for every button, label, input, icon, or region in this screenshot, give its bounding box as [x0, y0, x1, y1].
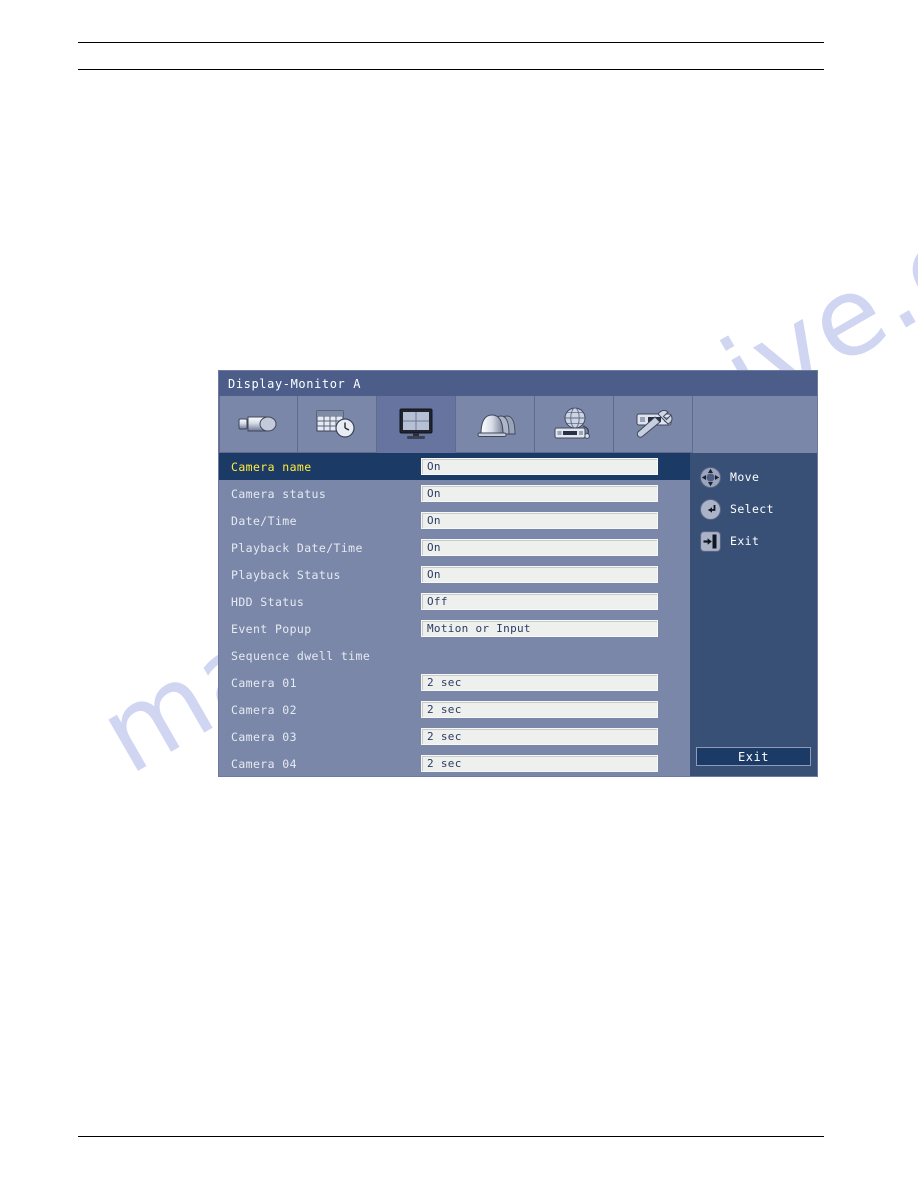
- camcorder-icon: [236, 410, 282, 438]
- settings-row-event-popup[interactable]: Event Popup Motion or Input: [219, 615, 690, 642]
- tab-strip-filler: [693, 396, 817, 453]
- enter-key-icon: [700, 498, 721, 520]
- row-value[interactable]: 2 sec: [421, 755, 658, 772]
- settings-row-hdd-status[interactable]: HDD Status Off: [219, 588, 690, 615]
- row-label: Camera 04: [231, 756, 297, 771]
- tab-display[interactable]: [377, 396, 456, 453]
- settings-row-camera-03[interactable]: Camera 03 2 sec: [219, 723, 690, 750]
- exit-button[interactable]: Exit: [696, 747, 811, 766]
- settings-row-camera-status[interactable]: Camera status On: [219, 480, 690, 507]
- row-label: Camera 02: [231, 702, 297, 717]
- osd-title-bar: Display-Monitor A: [219, 371, 817, 396]
- helper-label: Move: [730, 470, 760, 484]
- settings-section-sequence-dwell-time: Sequence dwell time: [219, 642, 690, 669]
- tab-network[interactable]: [535, 396, 614, 453]
- calendar-clock-icon: [315, 409, 359, 439]
- exit-arrow-icon: [700, 530, 721, 552]
- monitor-icon: [396, 407, 436, 441]
- settings-list: Camera name On Camera status On Date/Tim…: [219, 453, 690, 776]
- row-value[interactable]: On: [421, 458, 658, 475]
- settings-row-camera-04[interactable]: Camera 04 2 sec: [219, 750, 690, 776]
- settings-row-camera-02[interactable]: Camera 02 2 sec: [219, 696, 690, 723]
- helper-panel: Move Select Exit Exit: [690, 453, 817, 776]
- row-value[interactable]: Off: [421, 593, 658, 610]
- helper-label: Select: [730, 502, 774, 516]
- row-label: Camera 03: [231, 729, 297, 744]
- row-label: Event Popup: [231, 621, 312, 636]
- row-value[interactable]: On: [421, 539, 658, 556]
- row-value[interactable]: 2 sec: [421, 701, 658, 718]
- row-label: Playback Date/Time: [231, 540, 363, 555]
- row-value[interactable]: 2 sec: [421, 674, 658, 691]
- settings-row-date-time[interactable]: Date/Time On: [219, 507, 690, 534]
- row-label: Camera 01: [231, 675, 297, 690]
- helper-item-select: Select: [690, 493, 817, 525]
- tab-camera[interactable]: [219, 396, 298, 453]
- osd-title-text: Display-Monitor A: [228, 376, 362, 391]
- row-value[interactable]: On: [421, 485, 658, 502]
- settings-row-playback-date-time[interactable]: Playback Date/Time On: [219, 534, 690, 561]
- header-rule-bottom: [78, 69, 824, 70]
- helper-item-move: Move: [690, 461, 817, 493]
- settings-row-playback-status[interactable]: Playback Status On: [219, 561, 690, 588]
- row-label: HDD Status: [231, 594, 305, 609]
- row-value[interactable]: On: [421, 566, 658, 583]
- bells-icon: [473, 409, 517, 439]
- dpad-icon: [700, 466, 721, 488]
- row-value[interactable]: 2 sec: [421, 728, 658, 745]
- globe-recorder-icon: [551, 407, 597, 441]
- footer-rule: [78, 1136, 824, 1137]
- osd-panel: Display-Monitor A Camera name On Camera …: [219, 371, 817, 776]
- row-label: Camera name: [231, 459, 312, 474]
- row-label: Camera status: [231, 486, 327, 501]
- tab-event[interactable]: [456, 396, 535, 453]
- row-value[interactable]: On: [421, 512, 658, 529]
- wrench-recorder-icon: [629, 408, 677, 440]
- tab-system[interactable]: [614, 396, 693, 453]
- helper-item-exit: Exit: [690, 525, 817, 557]
- osd-tab-strip[interactable]: [219, 396, 693, 453]
- row-label: Date/Time: [231, 513, 297, 528]
- row-value[interactable]: Motion or Input: [421, 620, 658, 637]
- settings-row-camera-name[interactable]: Camera name On: [219, 453, 690, 480]
- tab-schedule[interactable]: [298, 396, 377, 453]
- row-label: Playback Status: [231, 567, 341, 582]
- header-rule-top: [78, 42, 824, 43]
- helper-label: Exit: [730, 534, 760, 548]
- row-label: Sequence dwell time: [231, 648, 371, 663]
- row-value: [421, 647, 658, 664]
- settings-row-camera-01[interactable]: Camera 01 2 sec: [219, 669, 690, 696]
